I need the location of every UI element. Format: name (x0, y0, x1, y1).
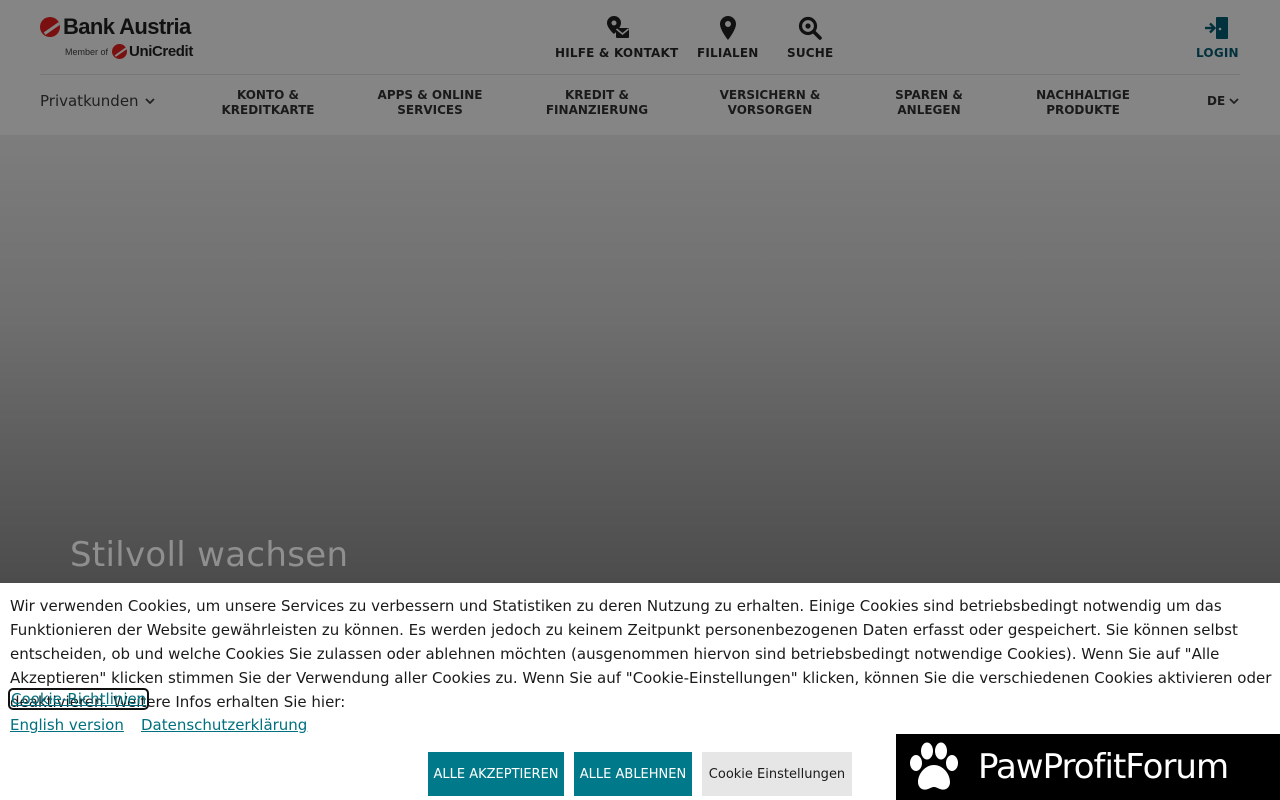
help-contact-label: HILFE & KONTAKT (555, 46, 679, 60)
paw-icon (910, 742, 958, 790)
unicredit-small-mark-icon (112, 44, 128, 59)
english-version-link[interactable]: English version (10, 714, 124, 736)
branches-label: FILIALEN (697, 46, 759, 60)
nav-sustainable-products[interactable]: NACHHALTIGE PRODUKTE (1036, 88, 1130, 118)
branches-link[interactable]: FILIALEN (697, 14, 759, 60)
nav-account-card[interactable]: KONTO & KREDITKARTE (221, 88, 314, 118)
cookie-notice-text: Wir verwenden Cookies, um unsere Service… (10, 597, 1272, 711)
segment-label: Privatkunden (40, 92, 139, 110)
hero-banner (0, 135, 1280, 583)
map-contact-icon (606, 16, 629, 38)
chevron-down-icon (144, 98, 155, 105)
language-selector[interactable]: DE (1207, 94, 1239, 108)
bank-austria-logo[interactable]: Bank Austria Member of UniCredit (40, 14, 193, 62)
site-header: Bank Austria Member of UniCredit HILFE &… (0, 0, 1280, 135)
member-of-label: Member of (65, 46, 109, 57)
logo-member-line: Member of UniCredit (65, 43, 193, 60)
search-label: SUCHE (787, 46, 834, 60)
nav-apps-online[interactable]: APPS & ONLINE SERVICES (378, 88, 483, 118)
accept-all-button[interactable]: ALLE AKZEPTIEREN (428, 752, 564, 796)
unicredit-mark-icon (40, 17, 60, 37)
search-link[interactable]: SUCHE (787, 14, 833, 60)
logo-wordmark: Bank Austria (40, 14, 191, 40)
brand-name: Bank Austria (63, 14, 191, 39)
chevron-down-icon (1229, 98, 1239, 105)
watermark-badge: PawProfitForum (896, 734, 1280, 800)
reject-all-button[interactable]: ALLE ABLEHNEN (574, 752, 692, 796)
segment-selector[interactable]: Privatkunden (40, 92, 155, 110)
login-label: LOGIN (1196, 46, 1239, 60)
help-contact-link[interactable]: HILFE & KONTAKT (555, 14, 678, 60)
watermark-text: PawProfitForum (978, 747, 1229, 787)
nav-saving-investing[interactable]: SPAREN & ANLEGEN (895, 88, 963, 118)
nav-credit-financing[interactable]: KREDIT & FINANZIERUNG (546, 88, 648, 118)
parent-brand-name: UniCredit (129, 43, 193, 60)
login-door-icon (1205, 17, 1229, 39)
hero-title: Stilvoll wachsen (70, 535, 349, 575)
privacy-policy-link[interactable]: Datenschutzerklärung (141, 714, 307, 736)
header-divider (40, 74, 1240, 75)
login-link[interactable]: LOGIN (1196, 14, 1239, 60)
nav-insurance-pension[interactable]: VERSICHERN & VORSORGEN (720, 88, 821, 118)
location-pin-icon (719, 16, 736, 40)
cookie-policy-link[interactable]: Cookie-Richtlinien (7, 688, 150, 710)
cookie-settings-button[interactable]: Cookie Einstellungen (702, 752, 852, 796)
search-icon (799, 16, 823, 40)
language-label: DE (1207, 94, 1226, 108)
